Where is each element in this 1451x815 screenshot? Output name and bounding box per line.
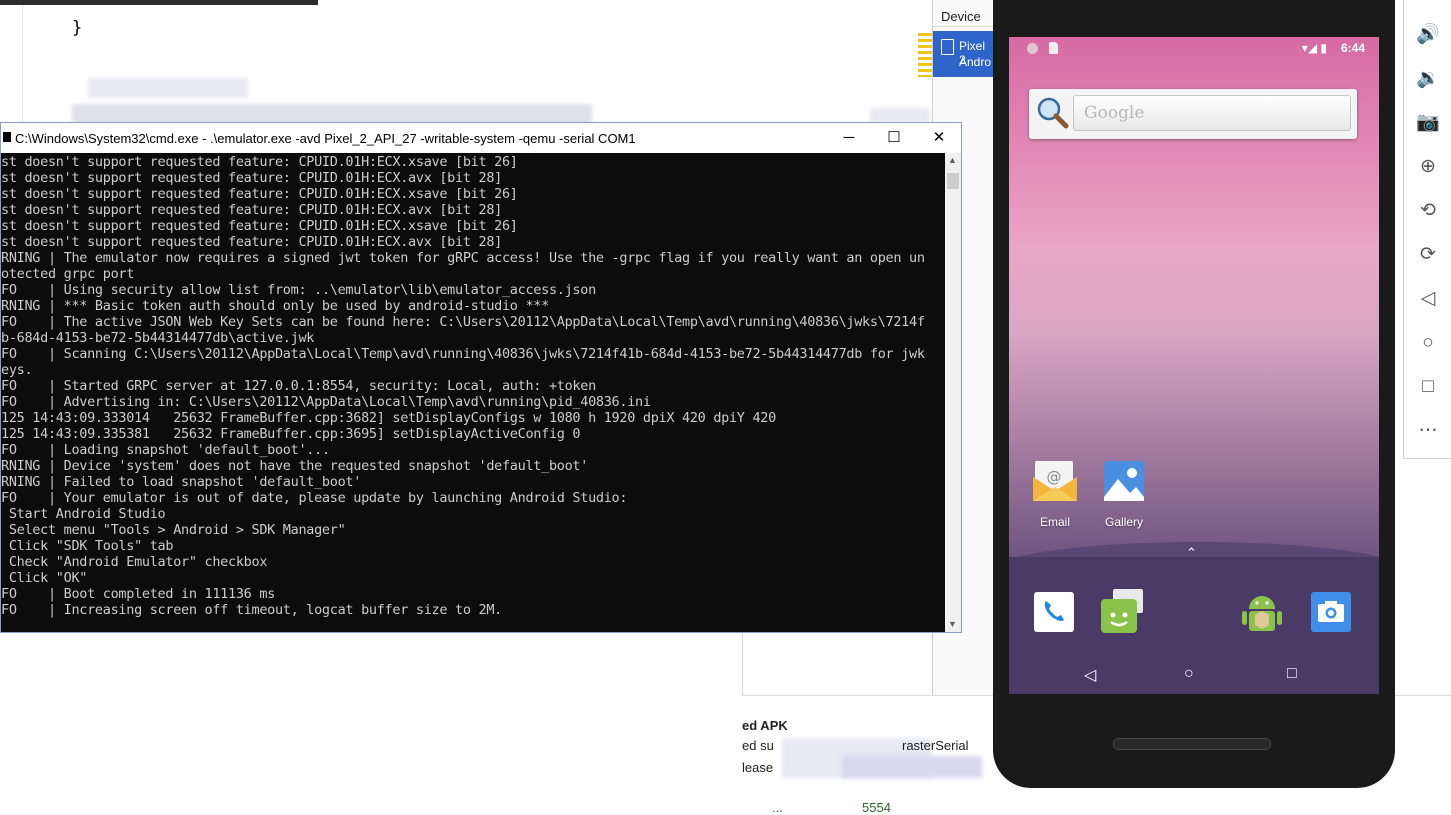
nav-back-button[interactable]: ◁ (1084, 665, 1096, 685)
cmd-app-icon (3, 132, 11, 142)
console-line: RNING | The emulator now requires a sign… (1, 250, 925, 266)
output-line: ed su (742, 738, 774, 753)
google-search-widget[interactable]: Google (1029, 89, 1357, 139)
console-line: FO | Advertising in: C:\Users\20112\AppD… (1, 394, 651, 410)
code-closing-brace: } (72, 18, 83, 38)
app-label: Gallery (1104, 515, 1143, 529)
device-header-label: Device (941, 9, 981, 24)
console-output: st doesn't support requested feature: CP… (1, 154, 925, 618)
editor-gutter (0, 5, 23, 125)
console-line: st doesn't support requested feature: CP… (1, 234, 502, 250)
search-placeholder: Google (1084, 103, 1145, 123)
console-line: RNING | Device 'system' does not have th… (1, 458, 589, 474)
maximize-button[interactable]: ☐ (871, 123, 917, 153)
console-line: FO | Scanning C:\Users\20112\AppData\Loc… (1, 346, 925, 362)
android-nav-bar: ◁ ○ □ (1009, 657, 1379, 694)
minimize-button[interactable]: ─ (826, 123, 872, 153)
console-line: RNING | Failed to load snapshot 'default… (1, 474, 362, 490)
console-line: st doesn't support requested feature: CP… (1, 186, 518, 202)
console-line: Select menu "Tools > Android > SDK Manag… (8, 522, 346, 538)
android-screen[interactable]: ▾◢ ▮ 6:44 Google @ Email Gallery ⌃ ◁ ○ □ (1009, 37, 1379, 694)
notification-dot-icon (1027, 43, 1038, 54)
console-line: RNING | *** Basic token auth should only… (1, 298, 549, 314)
cmd-window[interactable]: C:\Windows\System32\cmd.exe - .\emulator… (0, 122, 962, 633)
rotate-right-icon[interactable]: ⟳ (1404, 238, 1451, 272)
output-line: 5554 (862, 800, 891, 815)
console-line: FO | Loading snapshot 'default_boot'... (1, 442, 330, 458)
camera-icon[interactable] (1310, 591, 1352, 633)
console-line: FO | Started GRPC server at 127.0.0.1:85… (1, 378, 596, 394)
cmd-title-bar[interactable]: C:\Windows\System32\cmd.exe - .\emulator… (1, 123, 961, 153)
svg-text:@: @ (1047, 468, 1062, 486)
console-line: st doesn't support requested feature: CP… (1, 202, 502, 218)
device-api: Andro (959, 55, 992, 69)
app-drawer-chevron-icon[interactable]: ⌃ (1186, 545, 1197, 561)
volume-down-icon[interactable]: 🔉 (1404, 62, 1451, 96)
console-line: Check "Android Emulator" checkbox (8, 554, 268, 570)
output-line: ... (772, 800, 783, 815)
output-line: rasterSerial (902, 738, 969, 753)
warning-stripes (918, 33, 932, 77)
status-bar: ▾◢ ▮ 6:44 (1009, 37, 1379, 61)
gallery-icon (1104, 461, 1144, 501)
back-icon[interactable]: ◁ (1404, 282, 1451, 316)
scroll-down-arrow-icon[interactable]: ▼ (948, 619, 957, 629)
emulator-toolbar: 🔊 🔉 📷 ⊕ ⟲ ⟳ ◁ ○ □ ⋯ (1403, 0, 1451, 459)
android-store-icon[interactable] (1239, 587, 1285, 637)
device-phone-icon (941, 39, 954, 55)
console-line: 125 14:43:09.335381 25632 FrameBuffer.cp… (1, 426, 581, 442)
screenshot-camera-icon[interactable]: 📷 (1404, 106, 1451, 140)
scroll-up-arrow-icon[interactable]: ▲ (948, 155, 957, 165)
nav-home-button[interactable]: ○ (1184, 665, 1194, 683)
more-icon[interactable]: ⋯ (1404, 414, 1451, 448)
messaging-icon[interactable] (1097, 587, 1147, 635)
console-line: FO | Your emulator is out of date, pleas… (1, 490, 628, 506)
nav-recents-button[interactable]: □ (1287, 665, 1297, 683)
console-line: FO | Using security allow list from: ..\… (1, 282, 596, 298)
cmd-title: C:\Windows\System32\cmd.exe - .\emulator… (15, 131, 636, 146)
console-line: FO | Boot completed in 111136 ms (1, 586, 275, 602)
console-line: Click "OK" (8, 570, 88, 586)
console-line: st doesn't support requested feature: CP… (1, 154, 518, 170)
rotate-left-icon[interactable]: ⟲ (1404, 194, 1451, 228)
app-label: Email (1039, 515, 1070, 529)
cmd-console[interactable]: st doesn't support requested feature: CP… (1, 153, 945, 632)
home-icon[interactable]: ○ (1404, 326, 1451, 360)
console-line: b-684d-4153-be72-5b44314477db\active.jwk (1, 330, 315, 346)
volume-up-icon[interactable]: 🔊 (1404, 18, 1451, 52)
search-icon (1037, 97, 1069, 129)
phone-speaker-grille (1113, 738, 1271, 750)
status-time: 6:44 (1340, 41, 1365, 55)
phone-icon[interactable] (1033, 591, 1075, 633)
console-line: otected grpc port (1, 266, 135, 282)
console-line: Start Android Studio (8, 506, 166, 522)
console-line: Click "SDK Tools" tab (8, 538, 174, 554)
sd-card-icon (1049, 42, 1058, 54)
device-row-pixel-2[interactable]: Pixel 2 Andro (933, 31, 995, 77)
scrollbar-thumb[interactable] (947, 173, 959, 189)
console-line: st doesn't support requested feature: CP… (1, 170, 502, 186)
device-panel-header[interactable]: Device (933, 5, 995, 27)
zoom-icon[interactable]: ⊕ (1404, 150, 1451, 184)
cmd-scrollbar[interactable]: ▲ ▼ (945, 153, 961, 632)
console-line: 125 14:43:09.333014 25632 FrameBuffer.cp… (1, 410, 776, 426)
output-line: lease (742, 760, 774, 775)
overview-icon[interactable]: □ (1404, 370, 1451, 404)
search-input[interactable]: Google (1073, 95, 1351, 131)
console-line: FO | The active JSON Web Key Sets can be… (1, 314, 925, 330)
console-line: eys. (1, 362, 33, 378)
blurred-output (842, 756, 982, 778)
email-icon: @ (1033, 461, 1077, 501)
wifi-signal-battery-icon: ▾◢ ▮ (1301, 41, 1327, 55)
close-button[interactable]: ✕ (916, 123, 962, 153)
console-line: FO | Increasing screen off timeout, logc… (1, 602, 502, 618)
ide-editor-tab-strip (0, 0, 318, 5)
blurred-code (88, 78, 248, 98)
console-line: st doesn't support requested feature: CP… (1, 218, 518, 234)
output-line: ed APK (742, 718, 788, 733)
